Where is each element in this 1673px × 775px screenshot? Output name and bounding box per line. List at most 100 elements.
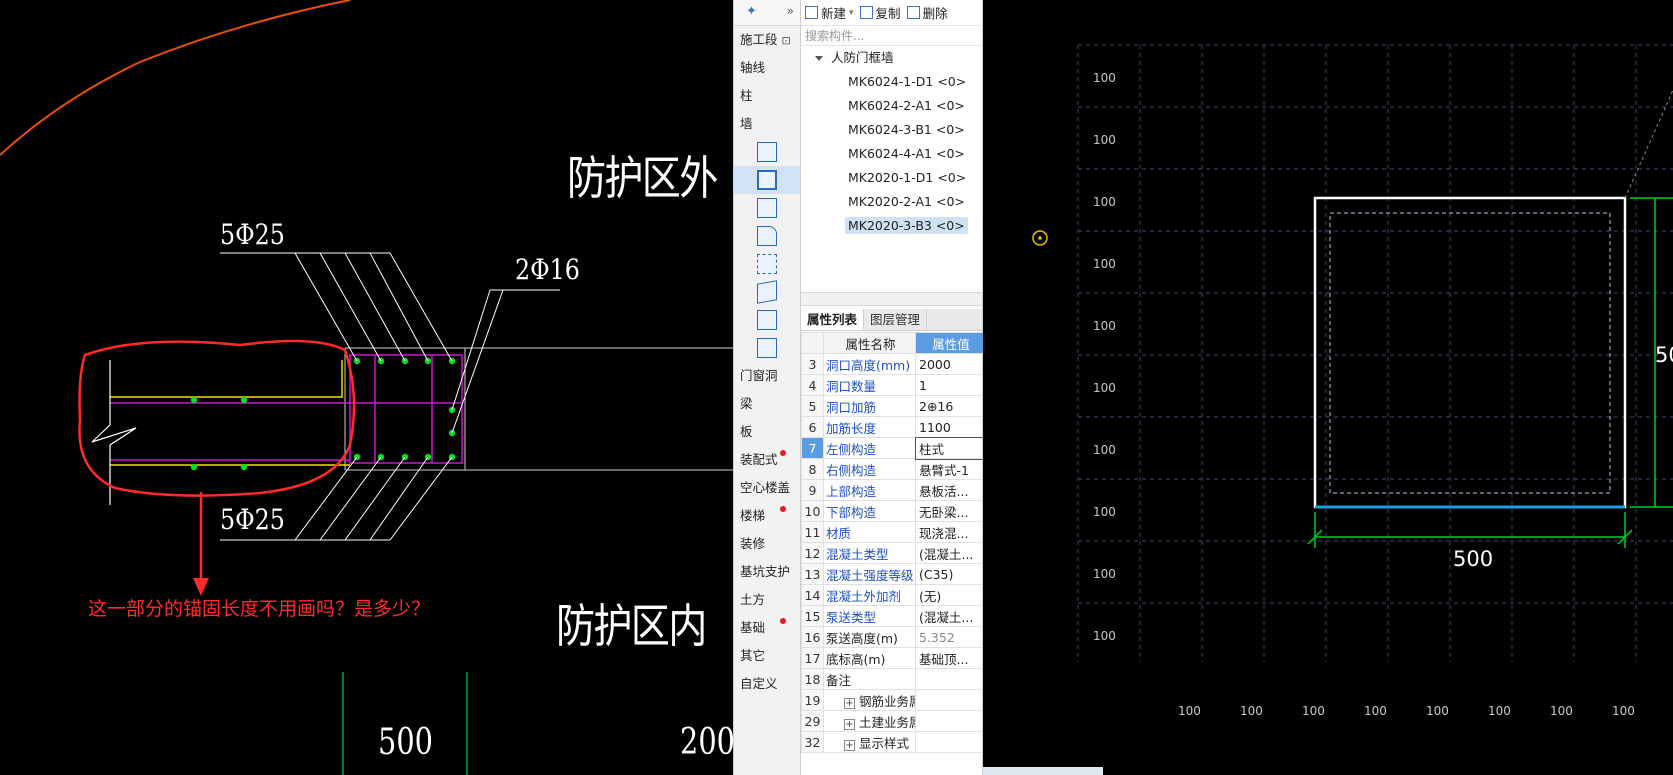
- property-row[interactable]: 6 加筋长度 1100: [801, 416, 984, 438]
- property-row[interactable]: 3 洞口高度(mm) 2000: [801, 353, 984, 375]
- expand-plus-icon[interactable]: +: [844, 697, 855, 709]
- tab-layer-management[interactable]: 图层管理: [864, 309, 928, 330]
- tree-item[interactable]: MK2020-1-D1 <0>: [801, 166, 982, 190]
- nav-item-3[interactable]: 装配式: [734, 446, 800, 474]
- property-value[interactable]: 悬板活...: [915, 479, 984, 501]
- nav-item-6[interactable]: 装修: [734, 530, 800, 558]
- property-value[interactable]: 柱式: [914, 436, 985, 460]
- grid-label: 100: [1093, 629, 1116, 643]
- property-row-number: 17: [801, 647, 824, 669]
- cad-preview-viewport[interactable]: 100 100 100 100 100 100 100 100 100 100 100 100 100 1…: [983, 0, 1673, 775]
- tool-wall-box[interactable]: [734, 138, 800, 166]
- nav-item-2[interactable]: 板: [734, 418, 800, 446]
- tool-beam-3d[interactable]: [734, 278, 800, 306]
- tree-item[interactable]: MK6024-4-A1 <0>: [801, 142, 982, 166]
- new-button[interactable]: 新建 ▾: [805, 3, 854, 22]
- nav-item-1[interactable]: 梁: [734, 390, 800, 418]
- property-value[interactable]: 悬臂式-1: [915, 458, 984, 480]
- nav-item-column[interactable]: 柱: [734, 82, 800, 110]
- tree-item-label: MK6024-2-A1 <0>: [848, 98, 965, 113]
- tool-rebar-wall[interactable]: [734, 250, 800, 278]
- property-row[interactable]: 8 右侧构造 悬臂式-1: [801, 458, 984, 480]
- caret-down-icon[interactable]: [815, 56, 823, 61]
- property-value[interactable]: 现浇混...: [915, 521, 984, 543]
- nav-item-axis[interactable]: 轴线: [734, 54, 800, 82]
- expand-plus-icon[interactable]: +: [844, 718, 855, 730]
- header-property-name: 属性名称: [823, 332, 916, 354]
- property-row[interactable]: 11 材质 现浇混...: [801, 521, 984, 543]
- tree-item[interactable]: MK6024-1-D1 <0>: [801, 70, 982, 94]
- property-row[interactable]: 5 洞口加筋 2⊕16: [801, 395, 984, 417]
- cad-drawing-viewport[interactable]: 防护区外 防护区内 5Φ25 5Φ25 2Φ16 500 200 这一部分的锚固…: [0, 0, 735, 775]
- property-row[interactable]: 19 + 钢筋业务属性: [801, 689, 984, 711]
- tab-property-list[interactable]: 属性列表: [801, 309, 865, 330]
- tree-item-label: MK2020-1-D1 <0>: [848, 170, 967, 185]
- property-value[interactable]: [915, 710, 984, 732]
- property-row[interactable]: 17 底标高(m) 基础顶...: [801, 647, 984, 669]
- tree-item[interactable]: MK2020-2-A1 <0>: [801, 190, 982, 214]
- nav-item-8[interactable]: 土方: [734, 586, 800, 614]
- property-row-number: 13: [801, 563, 824, 585]
- nav-item-11[interactable]: 自定义: [734, 670, 800, 698]
- property-value[interactable]: [915, 731, 984, 753]
- property-value[interactable]: 1: [915, 374, 984, 396]
- property-row[interactable]: 15 泵送类型 (混凝土...: [801, 605, 984, 627]
- property-row[interactable]: 32 + 显示样式: [801, 731, 984, 753]
- expand-plus-icon[interactable]: +: [844, 739, 855, 751]
- tool-panel-wall[interactable]: [734, 334, 800, 362]
- property-value[interactable]: (混凝土...: [915, 542, 984, 564]
- property-name: 备注: [823, 668, 916, 690]
- tree-item-label: MK6024-1-D1 <0>: [848, 74, 967, 89]
- nav-item-10[interactable]: 其它: [734, 642, 800, 670]
- delete-button[interactable]: 删除: [906, 3, 948, 22]
- property-row[interactable]: 9 上部构造 悬板活...: [801, 479, 984, 501]
- property-value[interactable]: 2000: [915, 353, 984, 375]
- chevron-down-icon[interactable]: ▾: [849, 8, 854, 18]
- property-row[interactable]: 13 混凝土强度等级 (C35): [801, 563, 984, 585]
- property-row[interactable]: 12 混凝土类型 (混凝土...: [801, 542, 984, 564]
- property-value[interactable]: (无): [915, 584, 984, 606]
- nav-item-label: 门窗洞: [740, 368, 778, 383]
- property-value[interactable]: (C35): [915, 563, 984, 585]
- search-input[interactable]: 搜索构件...: [801, 26, 982, 46]
- tool-curved-wall[interactable]: [734, 222, 800, 250]
- nav-item-5[interactable]: 楼梯: [734, 502, 800, 530]
- tree-group-door-frame-wall[interactable]: 人防门框墙: [801, 46, 982, 70]
- nav-item-wall[interactable]: 墙: [734, 110, 800, 138]
- spark-icon[interactable]: ✦: [746, 4, 757, 19]
- nav-item-9[interactable]: 基础: [734, 614, 800, 642]
- tree-item[interactable]: MK2020-3-B3 <0>: [801, 214, 982, 238]
- tree-item[interactable]: MK6024-2-A1 <0>: [801, 94, 982, 118]
- tool-brick-wall[interactable]: [734, 194, 800, 222]
- property-row[interactable]: 4 洞口数量 1: [801, 374, 984, 396]
- property-row[interactable]: 7 左侧构造 柱式: [801, 436, 985, 460]
- property-value[interactable]: (混凝土...: [915, 605, 984, 627]
- nav-item-0[interactable]: 门窗洞: [734, 362, 800, 390]
- tool-frame-wall[interactable]: [734, 166, 800, 194]
- nav-item-label: 装配式: [740, 452, 778, 467]
- property-row[interactable]: 29 + 土建业务属性: [801, 710, 984, 732]
- property-row[interactable]: 10 下部构造 无卧梁...: [801, 500, 984, 522]
- property-value[interactable]: 5.352: [915, 626, 984, 648]
- property-value[interactable]: 1100: [915, 416, 984, 438]
- tree-item[interactable]: MK6024-3-B1 <0>: [801, 118, 982, 142]
- nav-item-7[interactable]: 基坑支护: [734, 558, 800, 586]
- panel-splitter[interactable]: [801, 292, 982, 306]
- property-row[interactable]: 16 泵送高度(m) 5.352: [801, 626, 984, 648]
- property-value[interactable]: 无卧梁...: [915, 500, 984, 522]
- tool-grid-wall[interactable]: [734, 306, 800, 334]
- property-value[interactable]: 2⊕16: [915, 395, 984, 417]
- nav-item-label: 土方: [740, 592, 766, 607]
- nav-item-construction-segment[interactable]: 施工段 ⊡: [734, 26, 800, 54]
- property-value[interactable]: [915, 689, 984, 711]
- expand-icon[interactable]: »: [787, 4, 794, 18]
- grid-label: 100: [1093, 133, 1116, 147]
- copy-button[interactable]: 复制: [859, 3, 901, 22]
- property-value[interactable]: 基础顶...: [915, 647, 984, 669]
- nav-item-4[interactable]: 空心楼盖: [734, 474, 800, 502]
- property-row[interactable]: 14 混凝土外加剂 (无): [801, 584, 984, 606]
- property-value[interactable]: [915, 668, 984, 690]
- property-row[interactable]: 18 备注: [801, 668, 984, 690]
- grid-label: 100: [1426, 704, 1449, 718]
- property-name: 上部构造: [823, 479, 916, 501]
